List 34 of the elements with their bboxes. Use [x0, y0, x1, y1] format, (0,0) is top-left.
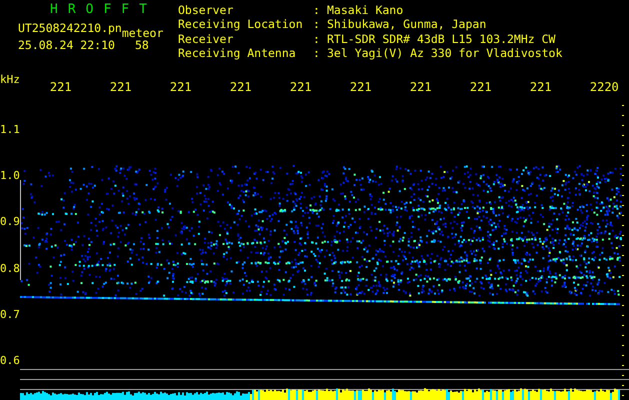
x-axis-label: 221 — [470, 80, 493, 94]
y-axis-label: 0.7 — [0, 308, 20, 323]
info-label: Receiving Antenna — [178, 48, 297, 62]
x-axis-label: 221 — [410, 80, 433, 94]
x-axis-label: 221 — [170, 80, 193, 94]
date-time: 25.08.24 22:10 — [18, 38, 115, 52]
axis-unit: kHz — [0, 74, 20, 86]
x-axis-label: 221 — [530, 80, 553, 94]
colon: : — [313, 48, 321, 62]
info-label: Observer — [178, 5, 234, 19]
x-axis-label: 221 — [230, 80, 253, 94]
info-value: RTL-SDR SDR# 43dB L15 103.2MHz CW — [327, 34, 556, 48]
y-axis-label: 1.1 — [0, 123, 20, 138]
x-axis-label: 221 — [350, 80, 373, 94]
x-axis-label: 2220 — [590, 80, 620, 94]
colon: : — [313, 34, 321, 48]
x-axis-label: 221 — [110, 80, 133, 94]
x-axis-label: 221 — [290, 80, 313, 94]
count-value: 58 — [134, 38, 149, 52]
info-value: 3el Yagi(V) Az 330 for Vladivostok — [327, 48, 562, 62]
x-axis-label: 221 — [50, 80, 73, 94]
info-label: Receiver — [178, 34, 234, 48]
y-axis-label: 0.8 — [0, 262, 20, 277]
info-value: Shibukawa, Gunma, Japan — [327, 19, 488, 34]
mode-label: meteor — [122, 26, 164, 40]
y-axis-label: 0.6 — [0, 354, 20, 369]
colon: : — [313, 19, 321, 34]
app-title: HROFFT — [49, 3, 158, 17]
y-axis-label: 0.9 — [0, 215, 20, 230]
info-value: Masaki Kano — [327, 5, 404, 19]
file-name: UT2508242210.pn — [18, 21, 122, 35]
colon: : — [313, 5, 321, 19]
y-axis-label: 1.0 — [0, 169, 20, 184]
info-label: Receiving Location — [178, 19, 304, 34]
